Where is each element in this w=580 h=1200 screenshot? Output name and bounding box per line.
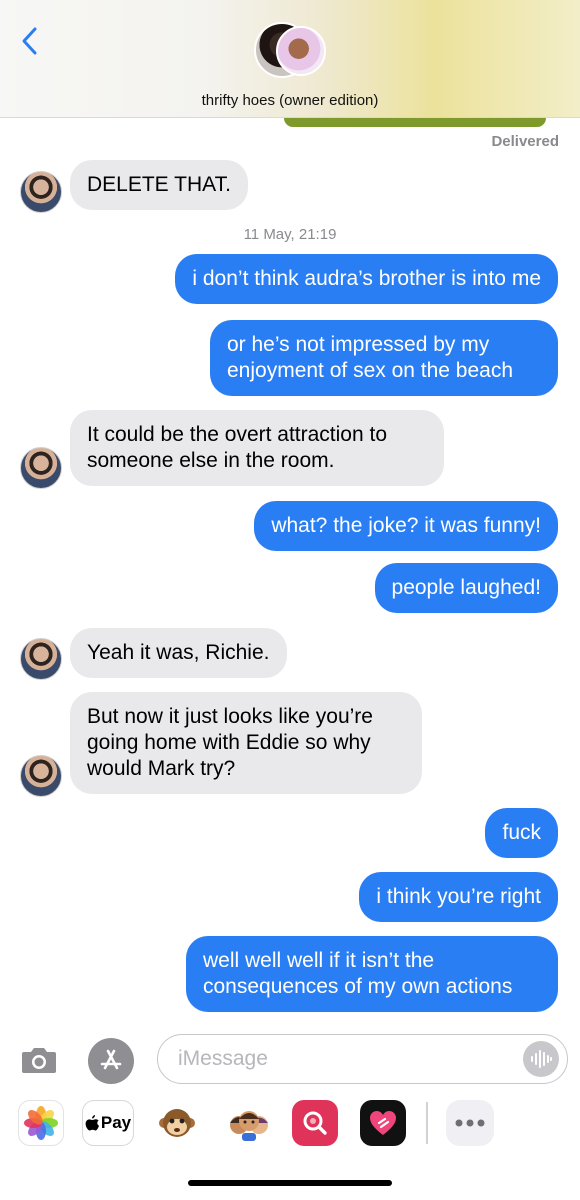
message-bubble-outgoing[interactable]: i don’t think audra’s brother is into me — [175, 254, 558, 304]
message-bubble-outgoing[interactable]: or he’s not impressed by my enjoyment of… — [210, 320, 558, 396]
image-attachment-partial[interactable] — [284, 118, 546, 127]
chevron-left-icon — [22, 27, 37, 55]
group-name[interactable]: thrifty hoes (owner edition) — [0, 92, 580, 109]
more-apps-icon — [455, 1119, 485, 1127]
message-timestamp: 11 May, 21:19 — [243, 226, 337, 243]
contact-avatar[interactable] — [20, 755, 62, 797]
back-button[interactable] — [14, 22, 44, 60]
message-bubble-outgoing[interactable]: i think you’re right — [359, 872, 558, 922]
message-bubble-outgoing[interactable]: people laughed! — [374, 563, 558, 613]
apple-pay-icon — [85, 1114, 99, 1130]
group-avatar[interactable] — [254, 22, 328, 84]
photos-app-button[interactable] — [18, 1100, 64, 1146]
heart-app-icon — [370, 1111, 396, 1135]
message-bubble-outgoing[interactable]: fuck — [485, 808, 558, 858]
audio-message-button[interactable] — [523, 1041, 559, 1077]
home-indicator[interactable] — [188, 1180, 392, 1186]
message-bubble-incoming[interactable]: Yeah it was, Richie. — [70, 628, 287, 678]
monkey-memoji-icon — [159, 1109, 195, 1137]
apple-pay-label: Pay — [100, 1113, 132, 1132]
message-bubble-outgoing[interactable]: well well well if it isn’t the consequen… — [186, 936, 558, 1012]
audio-waveform-icon — [531, 1050, 552, 1068]
more-apps-button[interactable] — [446, 1100, 494, 1146]
delivered-status: Delivered — [491, 133, 559, 150]
memoji-stickers-button[interactable] — [226, 1100, 272, 1146]
image-search-app-button[interactable] — [292, 1100, 338, 1146]
message-input-field[interactable] — [157, 1034, 568, 1084]
message-bubble-outgoing[interactable]: what? the joke? it was funny! — [254, 501, 558, 551]
imessage-app-drawer: Pay — [0, 1094, 580, 1150]
memoji-stickers-icon — [230, 1111, 268, 1141]
contact-avatar[interactable] — [20, 171, 62, 213]
animoji-button[interactable] — [154, 1100, 200, 1146]
digital-touch-button[interactable] — [360, 1100, 406, 1146]
apple-pay-button[interactable]: Pay — [82, 1100, 134, 1146]
message-bubble-incoming[interactable]: But now it just looks like you’re going … — [70, 692, 422, 794]
message-input[interactable] — [178, 1047, 518, 1071]
message-bubble-incoming[interactable]: DELETE THAT. — [70, 160, 248, 210]
drawer-divider — [426, 1102, 428, 1144]
photos-icon — [24, 1106, 58, 1140]
compose-bar — [0, 1030, 580, 1090]
app-store-icon — [100, 1049, 122, 1070]
app-store-button[interactable] — [88, 1038, 134, 1084]
avatar — [276, 26, 326, 76]
camera-button[interactable] — [18, 1042, 60, 1078]
contact-avatar[interactable] — [20, 638, 62, 680]
message-bubble-incoming[interactable]: It could be the overt attraction to some… — [70, 410, 444, 486]
camera-icon — [22, 1048, 56, 1073]
conversation-header: thrifty hoes (owner edition) — [0, 0, 580, 118]
contact-avatar[interactable] — [20, 447, 62, 489]
image-search-icon — [303, 1111, 327, 1135]
